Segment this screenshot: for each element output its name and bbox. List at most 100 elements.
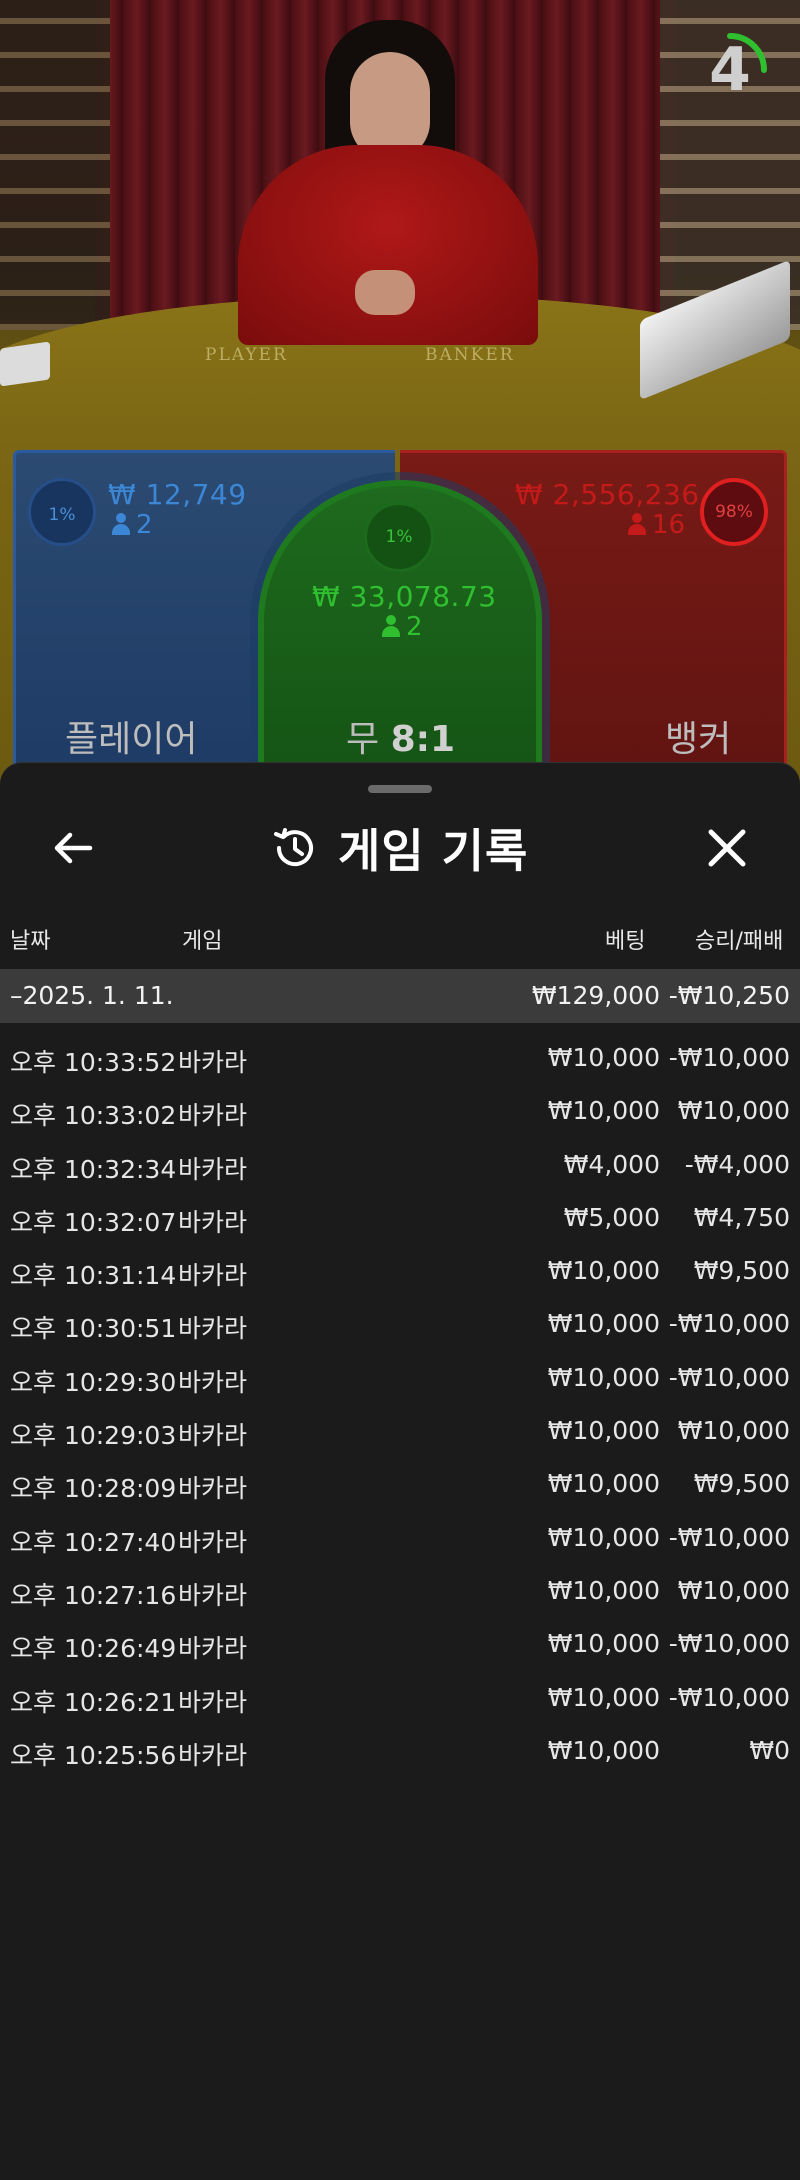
tie-odds: 8:1 [390,719,456,760]
game-history-sheet: 게임 기록 날짜 게임 베팅 승리/패배 –2025. 1. 11. ₩129,… [0,762,800,2180]
tie-percent-ring: 1% [364,502,434,572]
row-win-loss: -₩10,000 [668,1043,790,1072]
row-bet: ₩10,000 [547,1575,660,1605]
row-time: 오후 10:27:16 [10,1580,177,1610]
table-row[interactable]: 오후 10:32:07 바카라 ₩5,000 ₩4,750 [0,1191,800,1244]
row-game: 바카라 [178,1634,248,1664]
row-bet: ₩10,000 [547,1735,660,1765]
sheet-drag-handle[interactable] [368,785,432,793]
banker-percent: 98% [715,502,753,522]
row-win-loss: -₩4,000 [684,1149,790,1179]
tie-label-text: 무 [346,719,380,760]
row-time: 오후 10:29:30 [10,1367,177,1397]
row-win-loss: ₩10,000 [677,1416,790,1446]
tie-label: 무 8:1 [346,710,455,762]
row-win-loss: ₩10,000 [677,1096,790,1126]
row-bet: ₩10,000 [547,1682,660,1712]
table-row[interactable]: 오후 10:31:14 바카라 ₩10,000 ₩9,500 [0,1244,800,1297]
player-label: 플레이어 [65,719,198,760]
table-row[interactable]: 오후 10:26:21 바카라 ₩10,000 -₩10,000 [0,1671,800,1724]
row-time: 오후 10:27:40 [10,1527,177,1557]
tie-percent: 1% [385,527,413,547]
felt-player-label: PLAYER [205,345,288,365]
row-game: 바카라 [178,1740,248,1770]
player-percent-ring: 1% [28,478,96,546]
banker-count-value: 16 [652,510,686,540]
dealer-hands [355,270,415,315]
row-win-loss: ₩9,500 [693,1256,790,1286]
table-row[interactable]: 오후 10:27:16 바카라 ₩10,000 ₩10,000 [0,1564,800,1617]
row-game: 바카라 [178,1261,248,1291]
row-bet: ₩10,000 [547,1629,660,1659]
banker-total-amount: ₩ 2,556,236 [515,478,700,511]
column-header-bet: 베팅 [605,929,646,954]
row-bet: ₩10,000 [547,1309,660,1339]
row-game: 바카라 [178,1367,248,1397]
column-header-game: 게임 [182,929,223,954]
banker-label: 뱅커 [665,719,732,760]
table-row[interactable]: 오후 10:33:02 바카라 ₩10,000 ₩10,000 [0,1084,800,1137]
date-group-summary-row[interactable]: –2025. 1. 11. ₩129,000 -₩10,250 [0,969,800,1023]
row-game: 바카라 [178,1314,248,1344]
row-bet: ₩10,000 [547,1362,660,1392]
back-button[interactable] [48,823,98,873]
row-bet: ₩10,000 [547,1096,660,1126]
row-bet: ₩10,000 [547,1469,660,1499]
history-list: 오후 10:33:52 바카라 ₩10,000 -₩10,000 오후 10:33:0… [0,1031,800,1777]
card-tray-left [0,341,50,387]
app-root: PLAYER BANKER 4 1% 1% 98% ₩ 12,749 2 ₩ 3… [0,0,800,2180]
row-time: 오후 10:30:51 [10,1314,177,1344]
row-time: 오후 10:28:09 [10,1474,177,1504]
row-time: 오후 10:29:03 [10,1421,177,1451]
row-win-loss: ₩4,750 [693,1202,790,1232]
tie-total-amount: ₩ 33,078.73 [312,580,497,613]
row-win-loss: ₩9,500 [693,1469,790,1499]
row-bet: ₩10,000 [547,1522,660,1552]
table-row[interactable]: 오후 10:29:03 바카라 ₩10,000 ₩10,000 [0,1404,800,1457]
summary-bet-total: ₩129,000 [531,981,660,1010]
banker-bettor-count: 16 [628,510,685,540]
player-count-value: 2 [136,510,153,540]
countdown-number: 4 [709,35,751,105]
row-bet: ₩10,000 [547,1043,660,1072]
column-header-win-loss: 승리/패배 [695,929,784,954]
row-win-loss: -₩10,000 [668,1522,790,1552]
dealer-face [350,52,430,160]
table-row[interactable]: 오후 10:27:40 바카라 ₩10,000 -₩10,000 [0,1511,800,1564]
tie-bettor-count: 2 [382,612,423,642]
table-row[interactable]: 오후 10:32:34 바카라 ₩4,000 -₩4,000 [0,1138,800,1191]
table-row[interactable]: 오후 10:26:49 바카라 ₩10,000 -₩10,000 [0,1617,800,1670]
row-bet: ₩4,000 [563,1149,660,1179]
row-win-loss: -₩10,000 [668,1309,790,1339]
row-time: 오후 10:26:21 [10,1687,177,1717]
close-icon [708,829,746,867]
table-row[interactable]: 오후 10:30:51 바카라 ₩10,000 -₩10,000 [0,1297,800,1350]
row-game: 바카라 [178,1474,248,1504]
row-game: 바카라 [178,1527,248,1557]
live-dealer-video: PLAYER BANKER 4 1% 1% 98% ₩ 12,749 2 ₩ 3… [0,0,800,790]
table-row[interactable]: 오후 10:28:09 바카라 ₩10,000 ₩9,500 [0,1457,800,1510]
row-game: 바카라 [178,1421,248,1451]
row-time: 오후 10:33:52 [10,1048,177,1077]
close-button[interactable] [700,821,754,875]
table-row[interactable]: 오후 10:29:30 바카라 ₩10,000 -₩10,000 [0,1351,800,1404]
row-bet: ₩10,000 [547,1256,660,1286]
page-title: 게임 기록 [338,824,529,878]
row-game: 바카라 [178,1580,248,1610]
felt-banker-label: BANKER [425,345,515,365]
row-win-loss: ₩10,000 [677,1575,790,1605]
row-time: 오후 10:32:07 [10,1207,177,1237]
row-game: 바카라 [178,1207,248,1237]
row-win-loss: -₩10,000 [668,1629,790,1659]
countdown-timer: 4 [690,30,770,110]
row-win-loss: -₩10,000 [668,1362,790,1392]
history-icon [274,828,313,867]
row-bet: ₩5,000 [563,1202,660,1232]
row-time: 오후 10:31:14 [10,1261,177,1291]
tie-count-value: 2 [406,612,423,642]
column-header-date: 날짜 [10,929,51,954]
row-time: 오후 10:32:34 [10,1154,177,1184]
row-game: 바카라 [178,1687,248,1717]
table-row[interactable]: 오후 10:33:52 바카라 ₩10,000 -₩10,000 [0,1031,800,1084]
table-row[interactable]: 오후 10:25:56 바카라 ₩10,000 ₩0 [0,1724,800,1777]
